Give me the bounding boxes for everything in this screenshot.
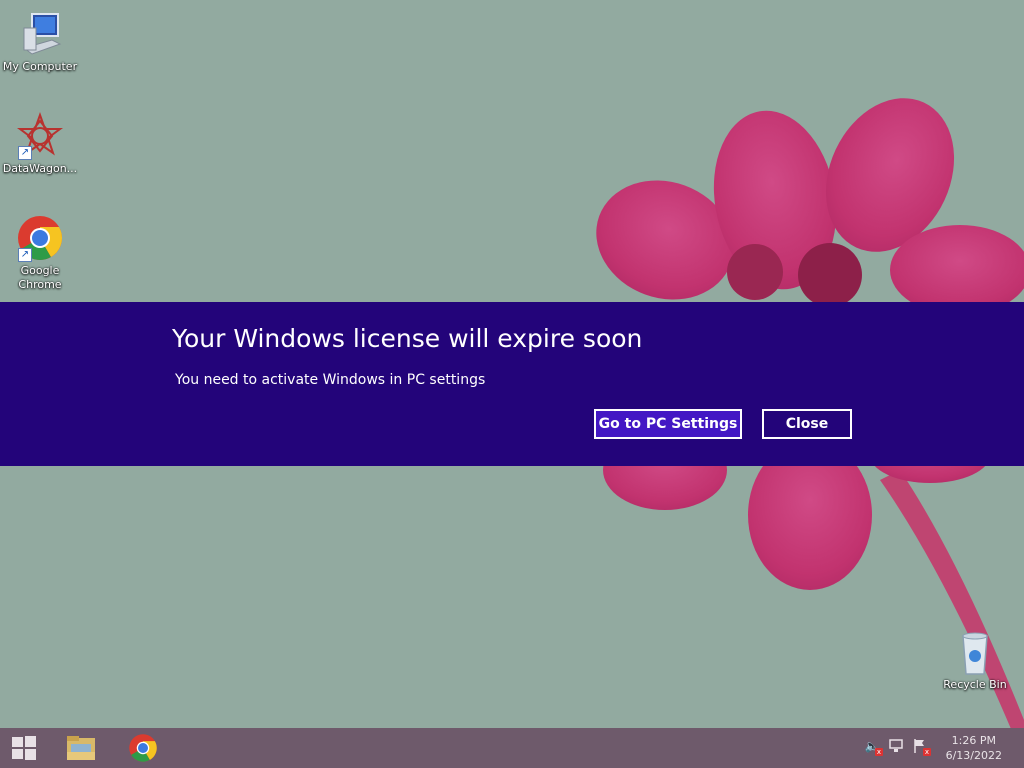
taskbar-file-explorer[interactable] [61, 732, 101, 764]
clock-time: 1:26 PM [951, 734, 996, 747]
taskbar-chrome[interactable] [123, 732, 163, 764]
banner-title: Your Windows license will expire soon [172, 324, 643, 353]
desktop-icon-my-computer[interactable]: My Computer [0, 10, 80, 74]
volume-muted-icon[interactable]: 🔈 x [864, 738, 883, 756]
datawagon-star-icon: ↗ [16, 112, 64, 160]
system-tray: 🔈 x x [864, 738, 931, 756]
taskbar: 🔈 x x 1:26 PM 6/13/2022 [0, 728, 1024, 768]
network-icon[interactable] [888, 738, 904, 754]
action-center-flag-icon[interactable]: x [912, 738, 931, 756]
shortcut-arrow-icon: ↗ [18, 146, 32, 160]
windows-start-icon [12, 736, 36, 760]
clock-date: 6/13/2022 [945, 749, 1002, 762]
file-explorer-icon [67, 736, 95, 760]
desktop-icon-datawagon[interactable]: ↗ DataWagon... [0, 112, 80, 176]
desktop-icon-label: DataWagon... [2, 162, 78, 175]
desktop-icon-google-chrome[interactable]: ↗ Google Chrome [0, 214, 80, 292]
chrome-icon [129, 734, 157, 762]
banner-message: You need to activate Windows in PC setti… [175, 372, 486, 388]
taskbar-clock[interactable]: 1:26 PM 6/13/2022 [946, 733, 1002, 763]
start-button[interactable] [4, 732, 44, 764]
desktop-icon-label: Recycle Bin [943, 678, 1007, 691]
computer-icon [16, 10, 64, 58]
desktop-icon-label: Google Chrome [18, 264, 62, 291]
close-button[interactable]: Close [762, 409, 852, 439]
desktop-icon-label: My Computer [2, 60, 78, 73]
recycle-bin-icon [951, 628, 999, 676]
shortcut-arrow-icon: ↗ [18, 248, 32, 262]
desktop-icon-recycle-bin[interactable]: Recycle Bin [935, 628, 1015, 692]
chrome-icon: ↗ [16, 214, 64, 262]
go-to-pc-settings-button[interactable]: Go to PC Settings [594, 409, 742, 439]
activation-banner: Your Windows license will expire soon Yo… [0, 302, 1024, 466]
